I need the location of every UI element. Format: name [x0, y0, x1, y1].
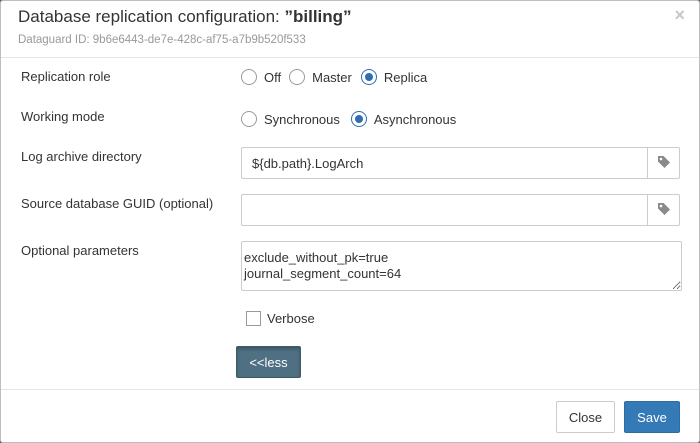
working-mode-asynchronous-option[interactable]: Asynchronous	[350, 111, 457, 127]
working-mode-radio-group: Synchronous Asynchronous	[241, 111, 462, 127]
dialog-title-prefix: Database replication configuration:	[18, 7, 285, 26]
working-mode-synchronous-label: Synchronous	[264, 111, 340, 127]
save-button[interactable]: Save	[624, 401, 680, 433]
replication-role-off-label: Off	[264, 69, 282, 85]
tag-icon	[657, 155, 671, 172]
replication-role-replica-label: Replica	[383, 69, 428, 85]
source-database-guid-input-group	[241, 194, 680, 226]
less-options-button[interactable]: <<less	[236, 346, 301, 378]
source-database-guid-input[interactable]	[242, 195, 648, 225]
dialog-title: Database replication configuration: ”bil…	[18, 7, 352, 27]
close-icon[interactable]: ×	[674, 6, 685, 24]
working-mode-synchronous-radio[interactable]	[241, 111, 257, 127]
source-database-guid-label: Source database GUID (optional)	[21, 196, 214, 211]
dialog-footer: Close Save	[1, 389, 699, 443]
log-archive-directory-input-group	[241, 147, 680, 179]
replication-role-off-option[interactable]: Off	[241, 69, 281, 85]
replication-role-replica-radio[interactable]	[360, 69, 377, 85]
dataguard-id: Dataguard ID: 9b6e6443-de7e-428c-af75-a7…	[18, 34, 306, 46]
close-button[interactable]: Close	[556, 401, 615, 433]
optional-parameters-textarea[interactable]: exclude_without_pk=true journal_segment_…	[241, 241, 682, 291]
working-mode-label: Working mode	[21, 109, 105, 124]
tag-icon	[657, 202, 671, 219]
replication-config-dialog: Database replication configuration: ”bil…	[0, 0, 700, 443]
working-mode-asynchronous-radio[interactable]	[350, 111, 367, 127]
replication-role-master-label: Master	[312, 69, 352, 85]
dialog-title-database-name: ”billing”	[284, 7, 352, 26]
replication-role-master-radio[interactable]	[289, 69, 306, 85]
replication-role-radio-group: Off Master Replica	[241, 69, 433, 85]
verbose-label: Verbose	[267, 311, 315, 326]
source-database-guid-tag-button[interactable]	[647, 195, 679, 225]
replication-role-label: Replication role	[21, 69, 111, 84]
replication-role-master-option[interactable]: Master	[289, 69, 352, 85]
log-archive-directory-tag-button[interactable]	[647, 148, 679, 178]
replication-role-replica-option[interactable]: Replica	[360, 69, 428, 85]
working-mode-synchronous-option[interactable]: Synchronous	[241, 111, 340, 127]
replication-role-off-radio[interactable]	[241, 69, 257, 85]
verbose-checkbox[interactable]	[246, 311, 261, 326]
dialog-header: Database replication configuration: ”bil…	[1, 1, 699, 58]
log-archive-directory-label: Log archive directory	[21, 149, 142, 164]
optional-parameters-label: Optional parameters	[21, 243, 139, 258]
log-archive-directory-input[interactable]	[242, 148, 648, 178]
working-mode-asynchronous-label: Asynchronous	[373, 111, 457, 127]
verbose-checkbox-row[interactable]: Verbose	[246, 311, 315, 326]
